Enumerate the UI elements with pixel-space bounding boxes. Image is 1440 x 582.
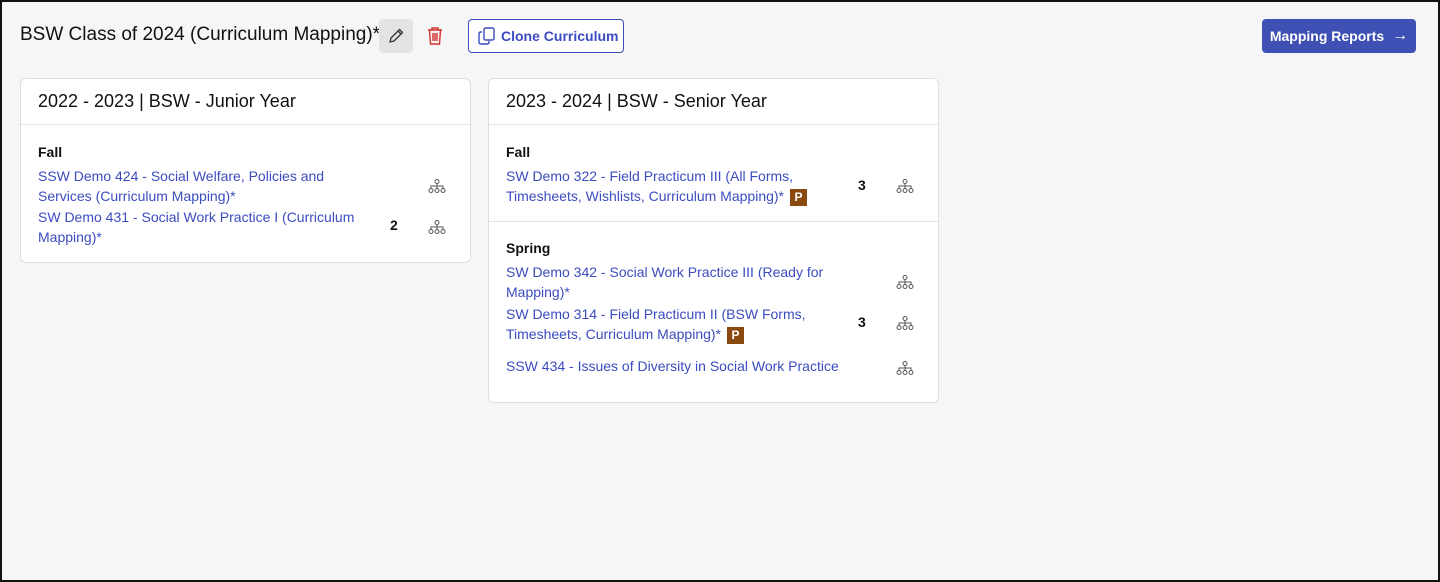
pencil-icon [389, 28, 404, 43]
course-name: SW Demo 314 - Field Practicum II (BSW Fo… [506, 306, 806, 342]
hierarchy-icon[interactable] [896, 275, 914, 289]
trash-icon [428, 27, 442, 45]
year-title: 2022 - 2023 | BSW - Junior Year [21, 79, 470, 125]
hierarchy-icon[interactable] [896, 316, 914, 330]
year-title: 2023 - 2024 | BSW - Senior Year [489, 79, 938, 125]
term-name: Spring [506, 240, 551, 256]
course-link[interactable]: SSW Demo 424 - Social Welfare, Policies … [38, 166, 378, 206]
mapping-count: 3 [858, 177, 866, 193]
p-badge: P [727, 326, 744, 344]
copy-icon [478, 27, 495, 45]
course-link[interactable]: SW Demo 314 - Field Practicum II (BSW Fo… [506, 304, 826, 344]
year-card-senior: 2023 - 2024 | BSW - Senior Year Fall SW … [488, 78, 939, 403]
clone-curriculum-button[interactable]: Clone Curriculum [468, 19, 624, 53]
course-row: SW Demo 322 - Field Practicum III (All F… [506, 166, 921, 206]
course-row: SSW 434 - Issues of Diversity in Social … [506, 346, 921, 386]
page-title: BSW Class of 2024 (Curriculum Mapping)* [20, 24, 381, 45]
hierarchy-icon[interactable] [896, 179, 914, 193]
mapping-count: 3 [858, 314, 866, 330]
clone-curriculum-label: Clone Curriculum [501, 28, 619, 44]
course-link[interactable]: SW Demo 342 - Social Work Practice III (… [506, 262, 826, 302]
course-row: SW Demo 431 - Social Work Practice I (Cu… [38, 206, 453, 248]
mapping-count: 2 [390, 217, 398, 233]
course-link[interactable]: SSW 434 - Issues of Diversity in Social … [506, 356, 846, 376]
term-spring: Spring SW Demo 342 - Social Work Practic… [489, 221, 938, 386]
term-name: Fall [506, 144, 531, 160]
hierarchy-icon[interactable] [896, 361, 914, 375]
course-row: SW Demo 314 - Field Practicum II (BSW Fo… [506, 302, 921, 346]
hierarchy-icon[interactable] [428, 179, 446, 193]
term-name: Fall [38, 144, 63, 160]
year-card-junior: 2022 - 2023 | BSW - Junior Year Fall SSW… [20, 78, 471, 263]
term-fall: Fall SSW Demo 424 - Social Welfare, Poli… [21, 125, 470, 248]
course-name: SW Demo 322 - Field Practicum III (All F… [506, 168, 794, 204]
mapping-reports-label: Mapping Reports [1269, 28, 1385, 44]
p-badge: P [790, 188, 807, 206]
course-row: SSW Demo 424 - Social Welfare, Policies … [38, 166, 453, 206]
curriculum-page: BSW Class of 2024 (Curriculum Mapping)* … [0, 0, 1440, 582]
course-row: SW Demo 342 - Social Work Practice III (… [506, 262, 921, 302]
mapping-reports-button[interactable]: Mapping Reports → [1262, 19, 1416, 53]
course-link[interactable]: SW Demo 322 - Field Practicum III (All F… [506, 166, 826, 206]
page-header: BSW Class of 2024 (Curriculum Mapping)* … [2, 2, 1438, 74]
course-link[interactable]: SW Demo 431 - Social Work Practice I (Cu… [38, 207, 358, 247]
arrow-right-icon: → [1392, 27, 1409, 44]
delete-button[interactable] [418, 19, 452, 53]
edit-button[interactable] [379, 19, 413, 53]
term-fall: Fall SW Demo 322 - Field Practicum III (… [489, 125, 938, 221]
hierarchy-icon[interactable] [428, 220, 446, 234]
